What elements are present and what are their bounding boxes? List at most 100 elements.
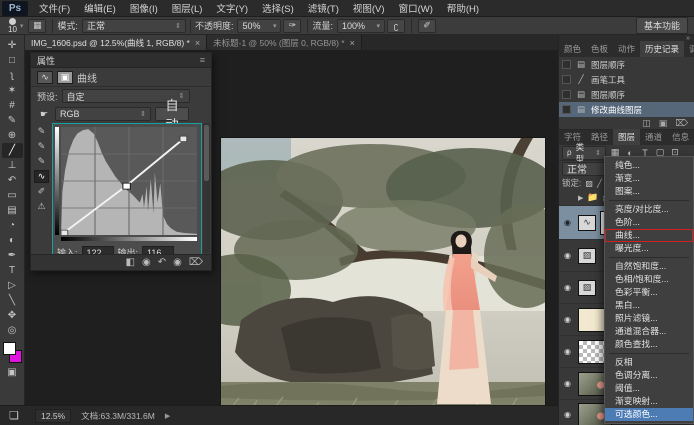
pressure-size-icon[interactable]: ✐ — [418, 19, 436, 33]
marquee-tool-icon[interactable]: □ — [2, 53, 23, 68]
eye-icon[interactable]: ◉ — [561, 283, 574, 292]
clone-stamp-tool-icon[interactable]: ⊥ — [2, 158, 23, 173]
new-doc-from-state-icon[interactable]: ◫ — [642, 118, 651, 129]
group-expander-icon[interactable]: ▶ — [578, 194, 583, 202]
blur-tool-icon[interactable]: ◔ — [2, 218, 23, 233]
channel-select[interactable]: RGB ⇕ — [55, 107, 151, 121]
clip-to-layer-icon[interactable]: ◧ — [126, 257, 135, 268]
path-select-tool-icon[interactable]: ▷ — [2, 278, 23, 293]
tab-swatches[interactable]: 色板 — [586, 41, 613, 57]
gray-point-eyedropper-icon[interactable]: ✎ — [34, 140, 49, 153]
menu-item-exposure[interactable]: 曝光度... — [605, 242, 693, 255]
menu-item-gradient-map[interactable]: 渐变映射... — [605, 395, 693, 408]
menu-file[interactable]: 文件(F) — [32, 1, 77, 15]
menu-item-pattern[interactable]: 图案... — [605, 185, 693, 198]
history-source-checkbox[interactable] — [562, 105, 571, 114]
curve-grid-frame[interactable]: 输入: 122 输出: 116 — [52, 123, 202, 269]
reset-icon[interactable]: ↶ — [158, 257, 166, 268]
menu-item-posterize[interactable]: 色调分离... — [605, 369, 693, 382]
brush-picker-arrow-icon[interactable]: ▾ — [20, 22, 24, 30]
eye-icon[interactable]: ◉ — [561, 251, 574, 260]
adjustment-layer-thumbnail[interactable]: ▨ — [578, 248, 596, 264]
eye-icon[interactable]: ◉ — [561, 218, 574, 227]
new-snapshot-icon[interactable]: ▣ — [659, 118, 668, 129]
panel-menu-icon[interactable]: ≡ — [200, 55, 205, 65]
visibility-icon[interactable]: ◉ — [173, 257, 182, 268]
white-point-eyedropper-icon[interactable]: ✎ — [34, 155, 49, 168]
menu-item-hue-saturation[interactable]: 色相/饱和度... — [605, 273, 693, 286]
tab-layers[interactable]: 图层 — [613, 129, 640, 145]
black-point-eyedropper-icon[interactable]: ✎ — [34, 125, 49, 138]
foreground-color-swatch[interactable] — [3, 342, 16, 355]
menu-item-black-white[interactable]: 黑白... — [605, 299, 693, 312]
screen-mode-icon[interactable]: ❏ — [3, 407, 25, 425]
curves-layer-thumbnail[interactable]: ∿ — [578, 215, 596, 231]
workspace-switcher-button[interactable]: 基本功能 — [636, 17, 688, 34]
magic-wand-tool-icon[interactable]: ✶ — [2, 83, 23, 98]
status-options-arrow-icon[interactable]: ▶ — [165, 412, 170, 420]
menu-select[interactable]: 选择(S) — [255, 1, 301, 15]
view-previous-state-icon[interactable]: ◉ — [142, 257, 151, 268]
delete-state-icon[interactable]: ⌦ — [675, 118, 688, 129]
toggle-brush-panel-icon[interactable]: ▦ — [28, 19, 46, 33]
eraser-tool-icon[interactable]: ▭ — [2, 188, 23, 203]
menu-type[interactable]: 文字(Y) — [209, 1, 255, 15]
zoom-level-field[interactable]: 12.5% — [35, 409, 71, 423]
properties-scrollbar[interactable] — [203, 123, 210, 253]
menu-item-selective-color[interactable]: 可选颜色... — [605, 408, 693, 421]
pencil-tool-icon[interactable]: ✐ — [34, 185, 49, 198]
document-tab-inactive[interactable]: 未标题-1 @ 50% (图层 0, RGB/8) * × — [207, 35, 362, 50]
menu-item-color-balance[interactable]: 色彩平衡... — [605, 286, 693, 299]
adjustment-layer-thumbnail[interactable]: ▨ — [578, 280, 596, 296]
history-source-checkbox[interactable] — [562, 75, 571, 84]
tab-history[interactable]: 历史记录 — [640, 41, 684, 57]
properties-panel-header[interactable]: 属性 ≡ — [31, 53, 211, 68]
history-entry[interactable]: ▤ 图层顺序 — [559, 57, 694, 72]
history-source-checkbox[interactable] — [562, 90, 571, 99]
healing-brush-tool-icon[interactable]: ⊕ — [2, 128, 23, 143]
mask-badge-icon[interactable]: ▣ — [57, 71, 73, 84]
menu-filter[interactable]: 滤镜(T) — [301, 1, 346, 15]
delete-adjustment-icon[interactable]: ⌦ — [189, 257, 203, 268]
history-entry[interactable]: ▤ 图层顺序 — [559, 87, 694, 102]
eye-icon[interactable]: ◉ — [561, 379, 574, 388]
gradient-tool-icon[interactable]: ▤ — [2, 203, 23, 218]
menu-item-channel-mixer[interactable]: 通道混合器... — [605, 325, 693, 338]
eye-icon[interactable]: ◉ — [561, 315, 574, 324]
airbrush-icon[interactable]: ʗ — [387, 19, 405, 33]
menu-layer[interactable]: 图层(L) — [165, 1, 210, 15]
brush-tool-icon[interactable]: ╱ — [2, 143, 23, 158]
lasso-tool-icon[interactable]: ʅ — [2, 68, 23, 83]
brush-preset-picker[interactable]: 10 — [8, 18, 17, 34]
pressure-opacity-icon[interactable]: ✑ — [283, 19, 301, 33]
crop-tool-icon[interactable]: # — [2, 98, 23, 113]
quick-mask-icon[interactable]: ▣ — [2, 365, 23, 380]
menu-item-vibrance[interactable]: 自然饱和度... — [605, 260, 693, 273]
lock-transparency-icon[interactable]: ▨ — [585, 179, 593, 188]
shape-tool-icon[interactable]: ╲ — [2, 293, 23, 308]
close-tab-icon[interactable]: × — [350, 38, 355, 48]
tab-actions[interactable]: 动作 — [613, 41, 640, 57]
curve-grid[interactable] — [61, 127, 197, 235]
menu-image[interactable]: 图像(I) — [123, 1, 165, 15]
blend-mode-select[interactable]: 正常 ⇕ — [82, 19, 186, 33]
menu-item-photo-filter[interactable]: 照片滤镜... — [605, 312, 693, 325]
menu-item-curves[interactable]: 曲线... — [605, 229, 693, 242]
history-entry[interactable]: ╱ 画笔工具 — [559, 72, 694, 87]
type-tool-icon[interactable]: T — [2, 263, 23, 278]
menu-help[interactable]: 帮助(H) — [440, 1, 486, 15]
document-image[interactable] — [221, 138, 545, 425]
tab-info[interactable]: 信息 — [667, 129, 694, 145]
eye-icon[interactable]: ◉ — [561, 410, 574, 419]
history-entry-selected[interactable]: ▤ 修改曲线图层 — [559, 102, 694, 117]
history-brush-tool-icon[interactable]: ↶ — [2, 173, 23, 188]
close-tab-icon[interactable]: × — [195, 38, 200, 48]
menu-window[interactable]: 窗口(W) — [392, 1, 440, 15]
menu-item-threshold[interactable]: 阈值... — [605, 382, 693, 395]
menu-view[interactable]: 视图(V) — [346, 1, 392, 15]
tab-channels[interactable]: 通道 — [640, 129, 667, 145]
menu-item-color-lookup[interactable]: 颜色查找... — [605, 338, 693, 351]
history-source-checkbox[interactable] — [562, 60, 571, 69]
targeted-adjustment-hand-icon[interactable]: ☛ — [37, 109, 51, 120]
document-tab-active[interactable]: IMG_1606.psd @ 12.5%(曲线 1, RGB/8) * × — [25, 35, 207, 50]
